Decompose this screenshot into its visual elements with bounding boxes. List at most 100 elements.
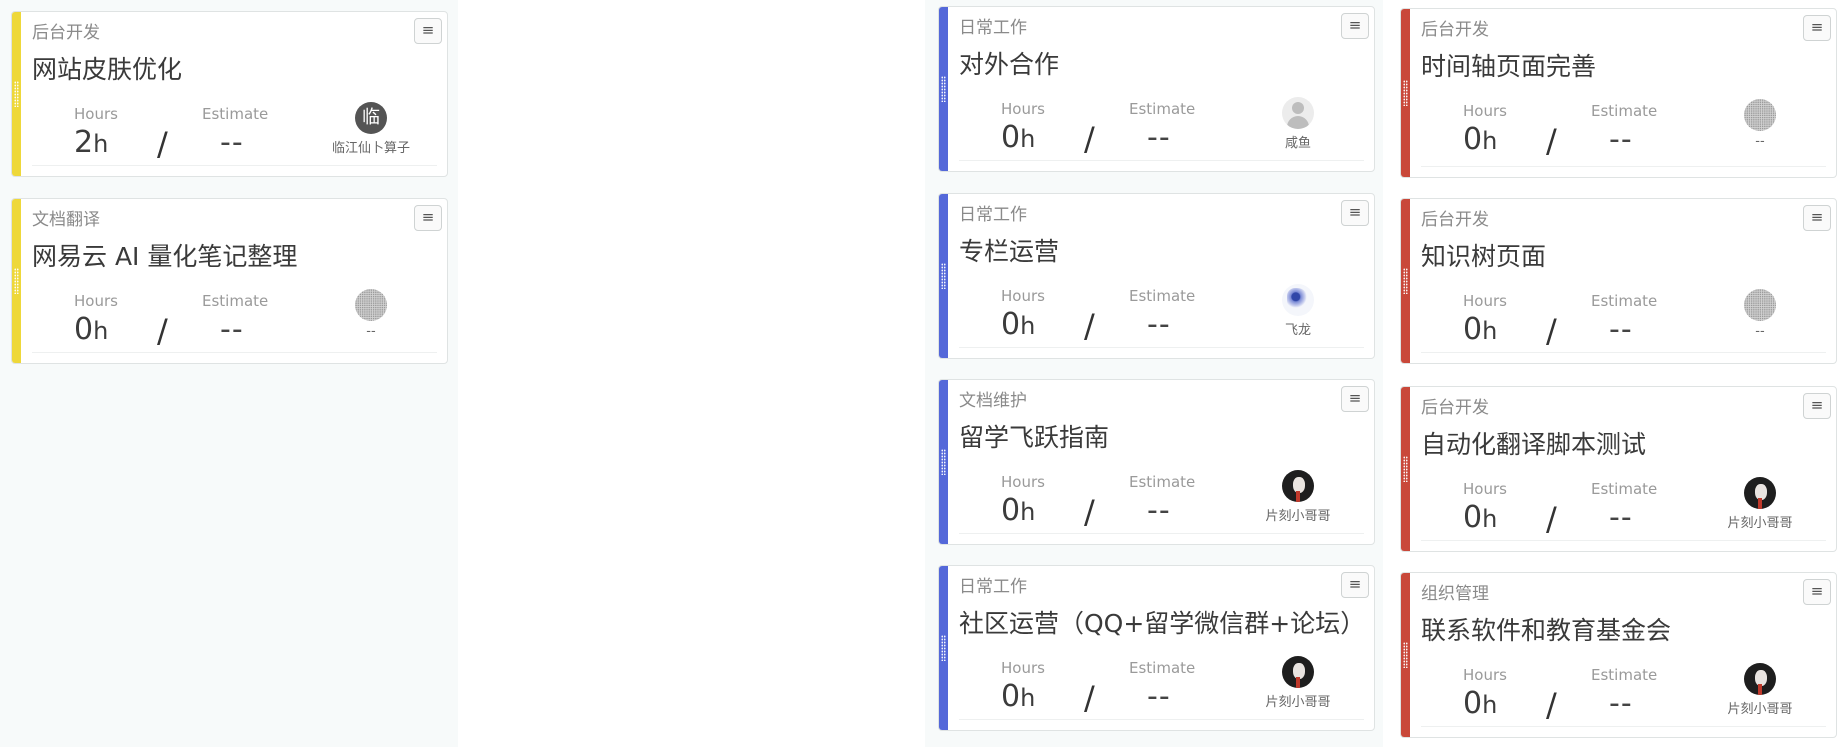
card-category: 日常工作	[959, 18, 1027, 38]
task-card[interactable]: 后台开发 网站皮肤优化 ≡ Hours Estimate 2h / -- 临临江仙卜算子	[11, 11, 448, 177]
assignee-name: 片刻小哥哥	[1727, 516, 1793, 531]
task-card[interactable]: 日常工作 对外合作 ≡ Hours Estimate 0h / -- 咸鱼	[938, 6, 1375, 172]
estimate-value[interactable]: --	[220, 125, 244, 160]
assignee[interactable]: 片刻小哥哥	[1701, 663, 1819, 717]
estimate-value[interactable]: --	[220, 312, 244, 347]
drag-handle-icon[interactable]	[14, 268, 19, 294]
avatar[interactable]	[355, 289, 387, 321]
task-card[interactable]: 文档维护 留学飞跃指南 ≡ Hours Estimate 0h / -- 片刻小哥哥	[938, 379, 1375, 545]
card-title[interactable]: 网易云 AI 量化笔记整理	[32, 237, 297, 273]
card-divider	[959, 160, 1364, 161]
assignee[interactable]: --	[1701, 99, 1819, 149]
card-color-stripe	[939, 566, 948, 730]
card-menu-button[interactable]: ≡	[1341, 13, 1369, 39]
hours-estimate-separator: /	[1546, 686, 1557, 724]
menu-icon: ≡	[421, 21, 435, 39]
menu-icon: ≡	[1810, 208, 1824, 226]
hours-label: Hours	[74, 105, 118, 123]
drag-handle-icon[interactable]	[941, 76, 946, 102]
card-menu-button[interactable]: ≡	[414, 205, 442, 231]
card-title[interactable]: 网站皮肤优化	[32, 50, 182, 86]
hours-label: Hours	[74, 292, 118, 310]
card-color-stripe	[939, 194, 948, 358]
card-title[interactable]: 知识树页面	[1421, 237, 1546, 273]
estimate-value[interactable]: --	[1147, 307, 1171, 342]
estimate-value[interactable]: --	[1609, 500, 1633, 535]
card-menu-button[interactable]: ≡	[1341, 200, 1369, 226]
assignee[interactable]: 片刻小哥哥	[1701, 477, 1819, 531]
estimate-label: Estimate	[202, 105, 269, 123]
drag-handle-icon[interactable]	[1403, 80, 1408, 106]
menu-icon: ≡	[421, 208, 435, 226]
hours-value: 0h	[1463, 686, 1497, 721]
assignee[interactable]: 飞龙	[1239, 284, 1357, 338]
avatar[interactable]	[1744, 663, 1776, 695]
card-menu-button[interactable]: ≡	[1341, 572, 1369, 598]
card-menu-button[interactable]: ≡	[1341, 386, 1369, 412]
estimate-value[interactable]: --	[1609, 122, 1633, 157]
card-color-stripe	[939, 380, 948, 544]
task-card[interactable]: 后台开发 自动化翻译脚本测试 ≡ Hours Estimate 0h / -- 片刻小哥哥	[1400, 386, 1837, 552]
drag-handle-icon[interactable]	[941, 263, 946, 289]
assignee[interactable]: --	[1701, 289, 1819, 339]
card-title[interactable]: 社区运营（QQ+留学微信群+论坛）	[959, 604, 1365, 640]
drag-handle-icon[interactable]	[941, 449, 946, 475]
card-category: 后台开发	[32, 23, 100, 43]
assignee[interactable]: 片刻小哥哥	[1239, 470, 1357, 524]
avatar[interactable]	[1282, 284, 1314, 316]
assignee[interactable]: 咸鱼	[1239, 97, 1357, 151]
avatar[interactable]	[1744, 289, 1776, 321]
card-color-stripe	[12, 199, 21, 363]
assignee-name: 咸鱼	[1284, 136, 1311, 151]
avatar[interactable]	[1744, 99, 1776, 131]
estimate-value[interactable]: --	[1609, 686, 1633, 721]
card-menu-button[interactable]: ≡	[1803, 393, 1831, 419]
hours-estimate-separator: /	[1084, 679, 1095, 717]
hours-number: 2	[74, 125, 94, 160]
task-card[interactable]: 文档翻译 网易云 AI 量化笔记整理 ≡ Hours Estimate 0h / -- --	[11, 198, 448, 364]
hours-estimate-separator: /	[1084, 307, 1095, 345]
estimate-value[interactable]: --	[1147, 120, 1171, 155]
card-menu-button[interactable]: ≡	[1803, 579, 1831, 605]
drag-handle-icon[interactable]	[1403, 268, 1408, 294]
card-title[interactable]: 自动化翻译脚本测试	[1421, 425, 1646, 461]
card-menu-button[interactable]: ≡	[1803, 205, 1831, 231]
card-title[interactable]: 留学飞跃指南	[959, 418, 1109, 454]
card-title[interactable]: 联系软件和教育基金会	[1421, 611, 1671, 647]
card-category: 文档翻译	[32, 210, 100, 230]
avatar[interactable]	[1282, 97, 1314, 129]
hours-unit: h	[1482, 691, 1498, 719]
card-category: 文档维护	[959, 391, 1027, 411]
avatar[interactable]	[1282, 656, 1314, 688]
hours-number: 0	[1463, 312, 1483, 347]
assignee[interactable]: --	[312, 289, 430, 339]
card-menu-button[interactable]: ≡	[1803, 15, 1831, 41]
drag-handle-icon[interactable]	[941, 635, 946, 661]
hours-estimate-separator: /	[1546, 312, 1557, 350]
card-title[interactable]: 专栏运营	[959, 232, 1059, 268]
drag-handle-icon[interactable]	[14, 81, 19, 107]
task-card[interactable]: 后台开发 时间轴页面完善 ≡ Hours Estimate 0h / -- --	[1400, 8, 1837, 178]
kanban-board: 后台开发网站皮肤优化 ≡ Hours Estimate 2 h / -- 临临江仙卜算子文档翻译…	[0, 0, 1837, 747]
avatar[interactable]	[1282, 470, 1314, 502]
task-card[interactable]: 后台开发 知识树页面 ≡ Hours Estimate 0h / -- --	[1400, 198, 1837, 364]
hours-label: Hours	[1463, 102, 1507, 120]
task-card[interactable]: 组织管理 联系软件和教育基金会 ≡ Hours Estimate 0h / -- 片刻小哥哥	[1400, 572, 1837, 738]
estimate-label: Estimate	[1591, 666, 1658, 684]
menu-icon: ≡	[1348, 575, 1362, 593]
card-title[interactable]: 时间轴页面完善	[1421, 47, 1596, 83]
task-card[interactable]: 日常工作 社区运营（QQ+留学微信群+论坛） ≡ Hours Estimate 0h / --…	[938, 565, 1375, 731]
estimate-value[interactable]: --	[1609, 312, 1633, 347]
estimate-value[interactable]: --	[1147, 679, 1171, 714]
hours-label: Hours	[1463, 666, 1507, 684]
avatar[interactable]	[1744, 477, 1776, 509]
task-card[interactable]: 日常工作 专栏运营 ≡ Hours Estimate 0h / -- 飞龙	[938, 193, 1375, 359]
card-title[interactable]: 对外合作	[959, 45, 1059, 81]
drag-handle-icon[interactable]	[1403, 456, 1408, 482]
avatar[interactable]: 临	[355, 102, 387, 134]
drag-handle-icon[interactable]	[1403, 642, 1408, 668]
assignee[interactable]: 临临江仙卜算子	[312, 102, 430, 156]
assignee[interactable]: 片刻小哥哥	[1239, 656, 1357, 710]
estimate-value[interactable]: --	[1147, 493, 1171, 528]
card-menu-button[interactable]: ≡	[414, 18, 442, 44]
